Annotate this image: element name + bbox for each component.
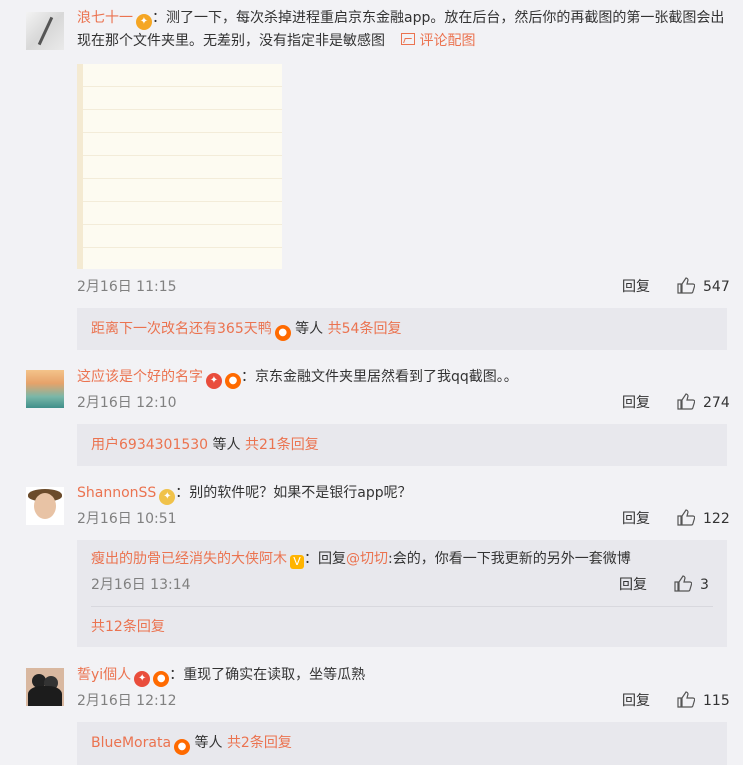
verified-v-icon: V bbox=[290, 555, 304, 569]
thumbs-up-icon bbox=[677, 509, 695, 526]
username[interactable]: 誓yi個人 bbox=[77, 667, 131, 683]
sub-reply: 瘦出的肋骨已经消失的大侠阿木 V ：回复@切切:会的，你看一下我更新的另外一套微博 bbox=[91, 548, 631, 570]
colon: ： bbox=[241, 369, 255, 385]
timestamp: 2月16日 12:12 bbox=[77, 693, 177, 709]
medal-badge-icon: ✦ bbox=[206, 373, 222, 389]
medal-badge-icon: ✦ bbox=[134, 671, 151, 687]
comment-body: 浪七十一 ✦ ：测了一下，每次杀掉进程重启京东金融app。放在后台，然后你的再截图的… bbox=[77, 7, 729, 52]
like-count: 3 bbox=[700, 577, 709, 593]
reply-button[interactable]: 回复 bbox=[622, 393, 650, 413]
reply-summary: BlueMorata ● 等人 共2条回复 bbox=[91, 732, 292, 755]
reply-summary-user[interactable]: BlueMorata bbox=[91, 735, 171, 751]
divider bbox=[91, 606, 713, 607]
medal-badge-icon: ✦ bbox=[159, 489, 176, 505]
thumbs-up-icon bbox=[677, 691, 695, 708]
like-button[interactable]: 122 bbox=[677, 509, 730, 529]
like-button[interactable]: 547 bbox=[677, 277, 730, 297]
timestamp: 2月16日 10:51 bbox=[77, 511, 177, 527]
comment-body: 誓yi個人 ✦ ● ：重现了确实在读取，坐等瓜熟 bbox=[77, 664, 729, 687]
colon: ： bbox=[304, 551, 318, 567]
reply-summary-box[interactable]: 用户6934301530 等人 共21条回复 bbox=[77, 424, 727, 466]
comment-picture-link[interactable]: 评论配图 bbox=[401, 33, 475, 49]
medal-badge-icon: ● bbox=[174, 739, 191, 755]
like-count: 115 bbox=[703, 693, 730, 709]
total-replies-label[interactable]: 共12条回复 bbox=[91, 619, 165, 635]
colon: ： bbox=[175, 485, 190, 501]
avatar[interactable] bbox=[26, 370, 64, 408]
comment-picture-thumbnail[interactable] bbox=[77, 64, 282, 269]
like-count: 122 bbox=[703, 511, 730, 527]
medal-badge-icon: ● bbox=[225, 373, 241, 389]
comment-text: 重现了确实在读取，坐等瓜熟 bbox=[183, 667, 366, 683]
comment-body: 这应该是个好的名字 ✦ ● ：京东金融文件夹里居然看到了我qq截图。。 bbox=[77, 366, 729, 389]
thumbs-up-icon bbox=[674, 575, 692, 592]
picture-icon bbox=[401, 33, 416, 45]
reply-summary: 用户6934301530 等人 共21条回复 bbox=[91, 434, 319, 456]
like-count: 547 bbox=[703, 279, 730, 295]
reply-button[interactable]: 回复 bbox=[622, 691, 650, 711]
comment-text: 别的软件呢？如果不是银行app呢？ bbox=[189, 485, 412, 501]
reply-summary-mid: 等人 bbox=[290, 321, 328, 337]
username[interactable]: 这应该是个好的名字 bbox=[77, 369, 203, 385]
mention-link[interactable]: @切切 bbox=[346, 551, 388, 567]
avatar[interactable] bbox=[26, 12, 64, 50]
reply-summary-mid: 等人 bbox=[208, 437, 245, 453]
sub-reply-prefix: 回复 bbox=[318, 551, 346, 567]
reply-button[interactable]: 回复 bbox=[622, 509, 650, 529]
sub-reply-text: :会的，你看一下我更新的另外一套微博 bbox=[388, 551, 631, 567]
thumbs-up-icon bbox=[677, 393, 695, 410]
username[interactable]: 浪七十一 bbox=[77, 10, 133, 26]
medal-badge-icon: ✦ bbox=[136, 14, 152, 30]
reply-summary-user[interactable]: 距离下一次改名还有365天鸭 bbox=[91, 321, 272, 337]
sub-reply-timestamp: 2月16日 13:14 bbox=[91, 577, 191, 593]
sub-reply-reply-button[interactable]: 回复 bbox=[619, 575, 647, 595]
medal-badge-icon: ● bbox=[274, 325, 291, 341]
comment-text: 京东金融文件夹里居然看到了我qq截图。。 bbox=[255, 369, 518, 385]
reply-summary-user[interactable]: 用户6934301530 bbox=[91, 437, 208, 453]
colon: ： bbox=[152, 10, 166, 26]
sub-reply-username[interactable]: 瘦出的肋骨已经消失的大侠阿木 bbox=[91, 551, 287, 567]
sub-reply-like-button[interactable]: 3 bbox=[674, 575, 709, 595]
comment-body: ShannonSS ✦ ：别的软件呢？如果不是银行app呢？ bbox=[77, 482, 729, 505]
reply-summary-box[interactable]: 距离下一次改名还有365天鸭 ● 等人 共54条回复 bbox=[77, 308, 727, 350]
reply-summary-count[interactable]: 共54条回复 bbox=[328, 321, 402, 337]
avatar[interactable] bbox=[26, 668, 64, 706]
username[interactable]: ShannonSS bbox=[77, 485, 156, 501]
timestamp: 2月16日 11:15 bbox=[77, 279, 177, 295]
reply-summary-mid: 等人 bbox=[190, 735, 227, 751]
reply-summary: 距离下一次改名还有365天鸭 ● 等人 共54条回复 bbox=[91, 318, 401, 341]
like-button[interactable]: 274 bbox=[677, 393, 730, 413]
sub-replies-box: 瘦出的肋骨已经消失的大侠阿木 V ：回复@切切:会的，你看一下我更新的另外一套微博 … bbox=[77, 540, 727, 647]
picture-link-label: 评论配图 bbox=[419, 33, 476, 49]
like-button[interactable]: 115 bbox=[677, 691, 730, 711]
thumbs-up-icon bbox=[677, 277, 695, 294]
reply-summary-count[interactable]: 共21条回复 bbox=[245, 437, 319, 453]
total-replies-link[interactable]: 共12条回复 bbox=[91, 616, 165, 638]
reply-button[interactable]: 回复 bbox=[622, 277, 650, 297]
avatar[interactable] bbox=[26, 487, 64, 525]
colon: ： bbox=[169, 667, 184, 683]
reply-summary-box[interactable]: BlueMorata ● 等人 共2条回复 bbox=[77, 722, 727, 765]
timestamp: 2月16日 12:10 bbox=[77, 395, 177, 411]
reply-summary-count[interactable]: 共2条回复 bbox=[227, 735, 292, 751]
medal-badge-icon: ● bbox=[153, 671, 170, 687]
like-count: 274 bbox=[703, 395, 730, 411]
